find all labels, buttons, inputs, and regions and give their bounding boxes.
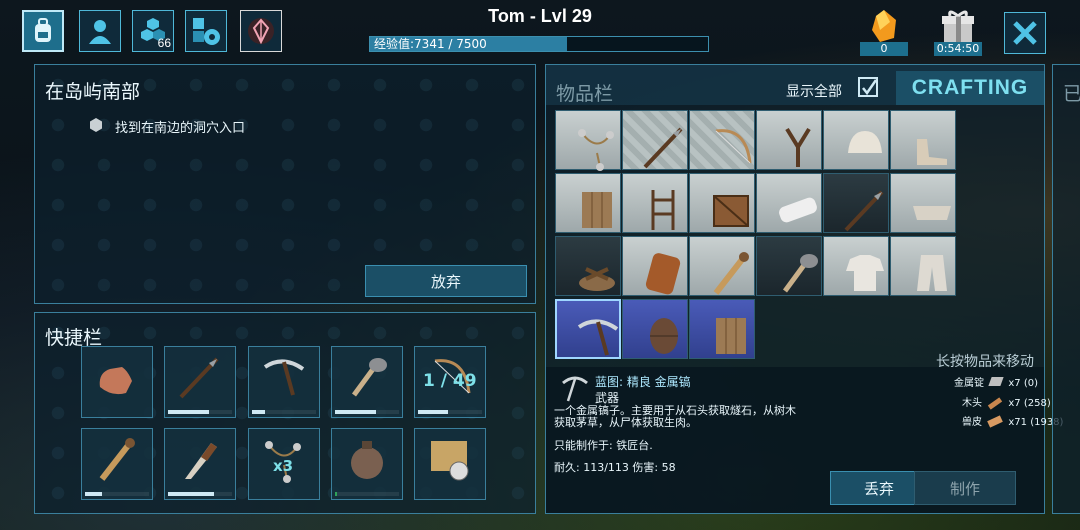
inventory-slot[interactable] bbox=[823, 173, 889, 233]
inventory-slot[interactable] bbox=[890, 110, 956, 170]
inventory-slot[interactable] bbox=[622, 299, 688, 359]
inventory-slot[interactable] bbox=[689, 299, 755, 359]
requirement-name: 木头 bbox=[962, 398, 982, 409]
durability-bar bbox=[168, 410, 209, 414]
requirement-row: 金属锭 x7 (0) bbox=[954, 374, 1038, 389]
inventory-title: 物品栏 bbox=[556, 83, 614, 105]
hotbar-slot[interactable] bbox=[164, 428, 236, 500]
durability-bar bbox=[418, 410, 448, 414]
requirement-amount: x7 (0) bbox=[1008, 378, 1038, 389]
inventory-slot[interactable] bbox=[555, 236, 621, 296]
inventory-slot[interactable] bbox=[756, 236, 822, 296]
reward-timer-text: 0:54:50 bbox=[934, 42, 982, 56]
torch-icon bbox=[92, 435, 142, 487]
club-icon bbox=[175, 435, 225, 487]
player-name-level: Tom - Lvl 29 bbox=[488, 6, 592, 26]
durability-bar bbox=[335, 492, 337, 496]
side-panel-title: 已 bbox=[1063, 83, 1080, 105]
requirement-name: 兽皮 bbox=[962, 417, 982, 428]
hand-icon bbox=[92, 353, 142, 405]
hotbar-slot[interactable] bbox=[81, 346, 153, 418]
objective-bullet-icon bbox=[90, 118, 102, 132]
inventory-slot[interactable] bbox=[555, 173, 621, 233]
stack-count: x3 bbox=[273, 457, 294, 475]
waterskin-icon bbox=[342, 435, 392, 487]
requirement-amount: x7 (258) bbox=[1008, 398, 1051, 409]
inventory-slot[interactable] bbox=[555, 299, 621, 359]
inventory-slot[interactable] bbox=[823, 110, 889, 170]
mission-objective: 找到在南边的洞穴入口 bbox=[115, 121, 246, 136]
inventory-slot[interactable] bbox=[622, 173, 688, 233]
requirement-row: 木头 x7 (258) bbox=[962, 394, 1051, 410]
mission-panel: 在岛屿南部 找到在南边的洞穴入口 放弃 bbox=[34, 64, 536, 304]
hotbar-slot[interactable] bbox=[81, 428, 153, 500]
craft-button[interactable]: 制作 bbox=[914, 471, 1016, 505]
requirement-row: 兽皮 x71 (1938) bbox=[962, 413, 1063, 428]
durability-bar bbox=[252, 410, 265, 414]
ingot-icon bbox=[988, 377, 1004, 386]
hotbar-slot[interactable] bbox=[248, 346, 320, 418]
abandon-button[interactable]: 放弃 bbox=[365, 265, 527, 297]
inventory-slot[interactable] bbox=[823, 236, 889, 296]
hide-icon bbox=[987, 415, 1004, 428]
crafting-tab[interactable]: CRAFTING bbox=[896, 71, 1044, 105]
mission-title: 在岛屿南部 bbox=[45, 81, 141, 103]
pickaxe-detail-icon bbox=[562, 376, 588, 402]
element-count: 0 bbox=[860, 42, 908, 56]
durability-bar bbox=[85, 492, 102, 496]
side-panel: 已 bbox=[1052, 64, 1080, 514]
inventory-slot[interactable] bbox=[756, 173, 822, 233]
item-crafted-in: 只能制作于: 铁匠台. bbox=[554, 439, 653, 452]
inventory-slot[interactable] bbox=[622, 236, 688, 296]
durability-bar bbox=[168, 492, 214, 496]
hotbar-slot[interactable] bbox=[164, 346, 236, 418]
inventory-slot[interactable] bbox=[689, 236, 755, 296]
item-description: 一个金属镐子。主要用于从石头获取燧石，从树木获取茅草，从尸体获取生肉。 bbox=[554, 404, 796, 429]
spear-icon bbox=[175, 353, 225, 405]
durability-track bbox=[335, 492, 399, 496]
engram-count: 66 bbox=[157, 36, 171, 50]
element-counter[interactable]: 0 bbox=[860, 8, 908, 56]
map-compass-icon bbox=[425, 435, 475, 487]
inventory-slot[interactable] bbox=[622, 110, 688, 170]
hotbar-slot[interactable] bbox=[331, 346, 403, 418]
hotbar-slot[interactable] bbox=[414, 428, 486, 500]
item-stats: 耐久: 113/113 伤害: 58 bbox=[554, 461, 676, 474]
inventory-slot[interactable] bbox=[756, 110, 822, 170]
close-button[interactable] bbox=[1004, 12, 1046, 54]
durability-bar bbox=[335, 410, 376, 414]
item-name: 蓝图: 精良 金属镐 bbox=[595, 375, 691, 389]
show-all-label: 显示全部 bbox=[786, 84, 842, 100]
stone-hatchet-icon bbox=[342, 353, 392, 405]
close-icon bbox=[1013, 21, 1037, 45]
xp-bar: 经验值:7341 / 7500 bbox=[369, 36, 709, 52]
pickaxe-icon bbox=[259, 353, 309, 405]
hotbar-slot[interactable]: x3 bbox=[248, 428, 320, 500]
hotbar-slot[interactable]: 1 / 49 bbox=[414, 346, 486, 418]
requirement-name: 金属锭 bbox=[954, 378, 984, 389]
inventory-slot[interactable] bbox=[689, 173, 755, 233]
inventory-slot[interactable] bbox=[890, 236, 956, 296]
show-all-checkbox[interactable] bbox=[858, 77, 878, 97]
checkmark-icon bbox=[862, 79, 878, 96]
inventory-slot[interactable] bbox=[689, 110, 755, 170]
inventory-slot[interactable] bbox=[555, 110, 621, 171]
wood-icon bbox=[988, 397, 1003, 410]
inventory-slot[interactable] bbox=[890, 173, 956, 233]
reward-timer[interactable]: 0:54:50 bbox=[934, 8, 982, 56]
hotbar-slot[interactable] bbox=[331, 428, 403, 500]
xp-text: 经验值:7341 / 7500 bbox=[374, 37, 487, 51]
stack-count: 1 / 49 bbox=[423, 371, 477, 391]
